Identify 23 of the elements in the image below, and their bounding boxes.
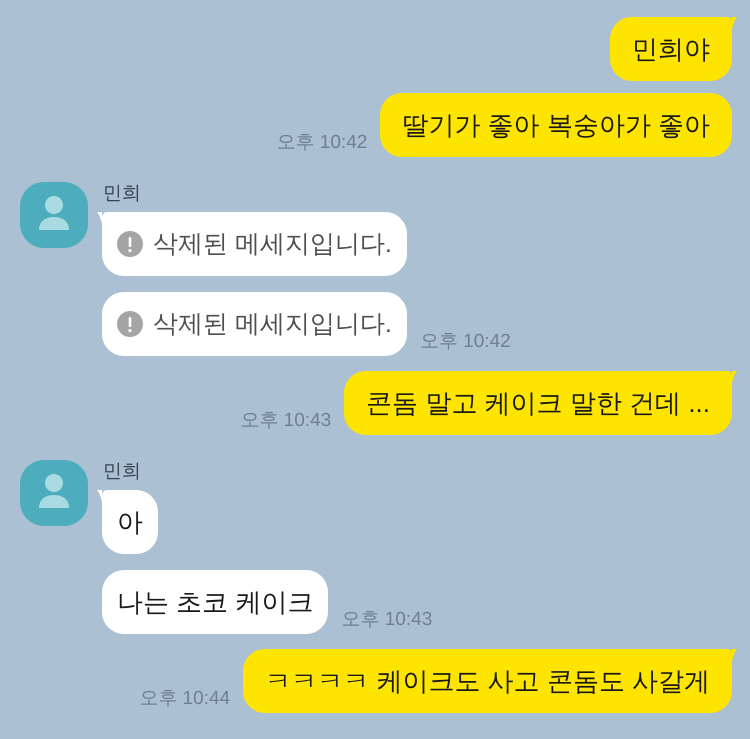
message-bubble: 딸기가 좋아 복숭아가 좋아 <box>380 93 732 157</box>
message-bubble: 민희야 <box>610 17 732 81</box>
timestamp: 오후 10:43 <box>341 610 432 630</box>
message-bubble: 콘돔 말고 케이크 말한 건데 ... <box>344 371 732 435</box>
sender-name: 민희 <box>103 182 141 206</box>
timestamp: 오후 10:43 <box>240 411 332 431</box>
timestamp: 오후 10:44 <box>139 689 230 709</box>
bubble-tail <box>732 649 737 661</box>
bubble-tail <box>732 371 737 383</box>
message-bubble: ㅋㅋㅋㅋ 케이크도 사고 콘돔도 사갈게 <box>243 649 732 713</box>
message-bubble: 나는 초코 케이크 <box>102 570 328 634</box>
timestamp: 오후 10:42 <box>420 332 511 352</box>
exclamation-icon <box>117 231 143 257</box>
avatar-icon[interactable] <box>20 460 88 526</box>
timestamp: 오후 10:42 <box>276 133 368 153</box>
deleted-message-text: 삭제된 메세지입니다. <box>153 229 392 260</box>
bubble-tail <box>97 490 102 502</box>
deleted-message-text: 삭제된 메세지입니다. <box>153 309 392 340</box>
message-bubble: 아 <box>102 490 158 554</box>
avatar-icon[interactable] <box>20 182 88 248</box>
bubble-tail <box>732 17 737 29</box>
exclamation-icon <box>117 311 143 337</box>
sender-name: 민희 <box>103 460 141 484</box>
